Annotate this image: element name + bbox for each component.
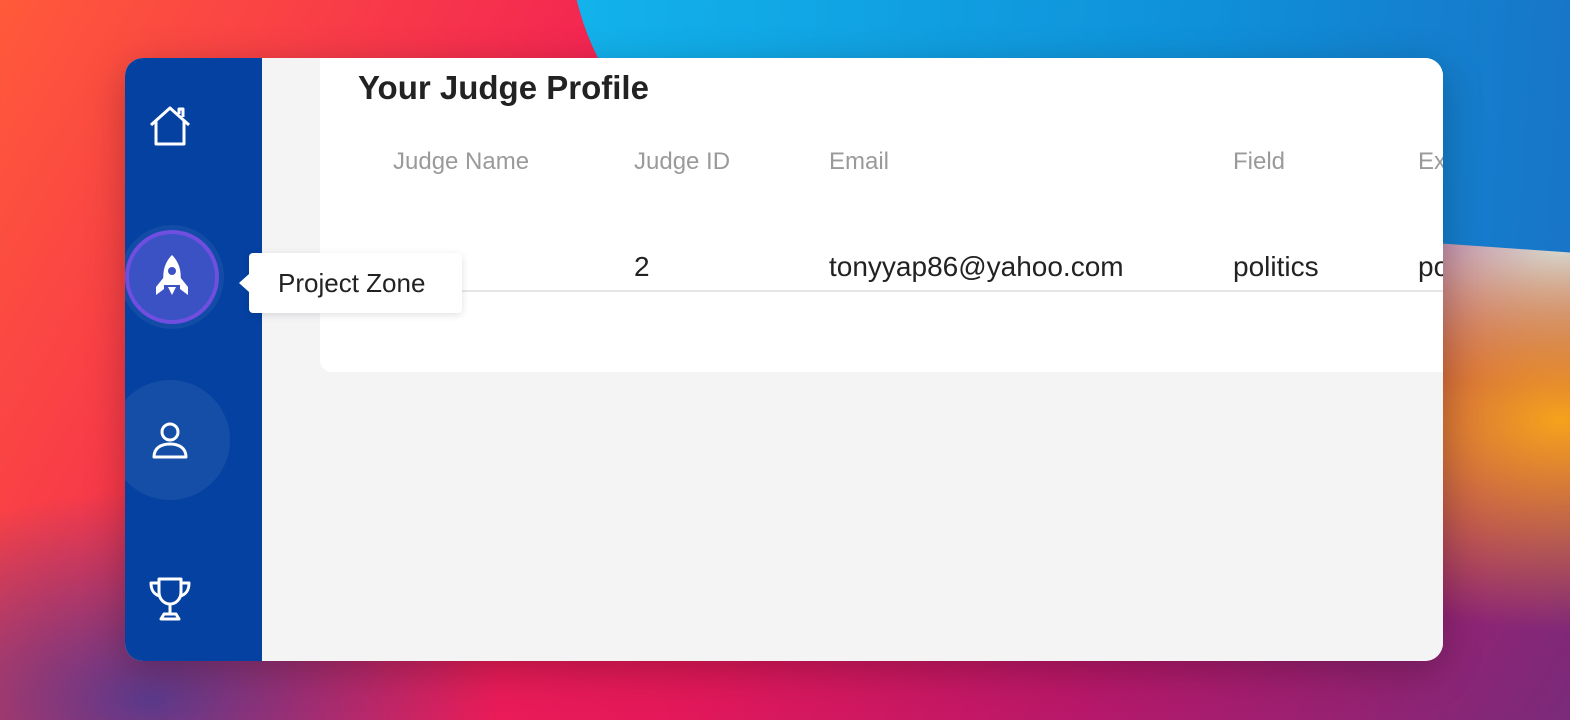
active-indicator [125,230,219,324]
rocket-icon [152,253,192,301]
column-header-email: Email [829,148,890,175]
column-header-expertise: Ex [1418,148,1443,175]
tooltip-project-zone: Project Zone [239,253,462,313]
trophy-icon [147,576,193,622]
column-header-field: Field [1233,148,1286,175]
table-divider [356,290,1443,292]
tooltip-label: Project Zone [278,267,426,298]
sidebar-item-awards[interactable] [125,546,222,651]
sidebar-item-profile[interactable] [125,380,230,500]
home-icon [148,105,192,147]
sidebar-item-home[interactable] [125,73,222,178]
judge-profile-card: Your Judge Profile Judge Name Judge ID E… [320,58,1443,372]
app-window: Your Judge Profile Judge Name Judge ID E… [125,58,1443,661]
cell-field: politics [1233,251,1319,282]
user-icon [151,421,189,459]
sidebar-item-project-zone[interactable] [125,225,224,329]
column-header-judge-id: Judge ID [634,148,731,175]
page-title: Your Judge Profile [358,69,649,106]
cell-judge-id: 2 [634,251,650,282]
cell-expertise: po [1418,251,1443,282]
cell-email: tonyyap86@yahoo.com [829,251,1124,282]
sidebar [125,58,262,661]
main-content: Your Judge Profile Judge Name Judge ID E… [262,58,1443,661]
column-header-judge-name: Judge Name [393,148,530,175]
